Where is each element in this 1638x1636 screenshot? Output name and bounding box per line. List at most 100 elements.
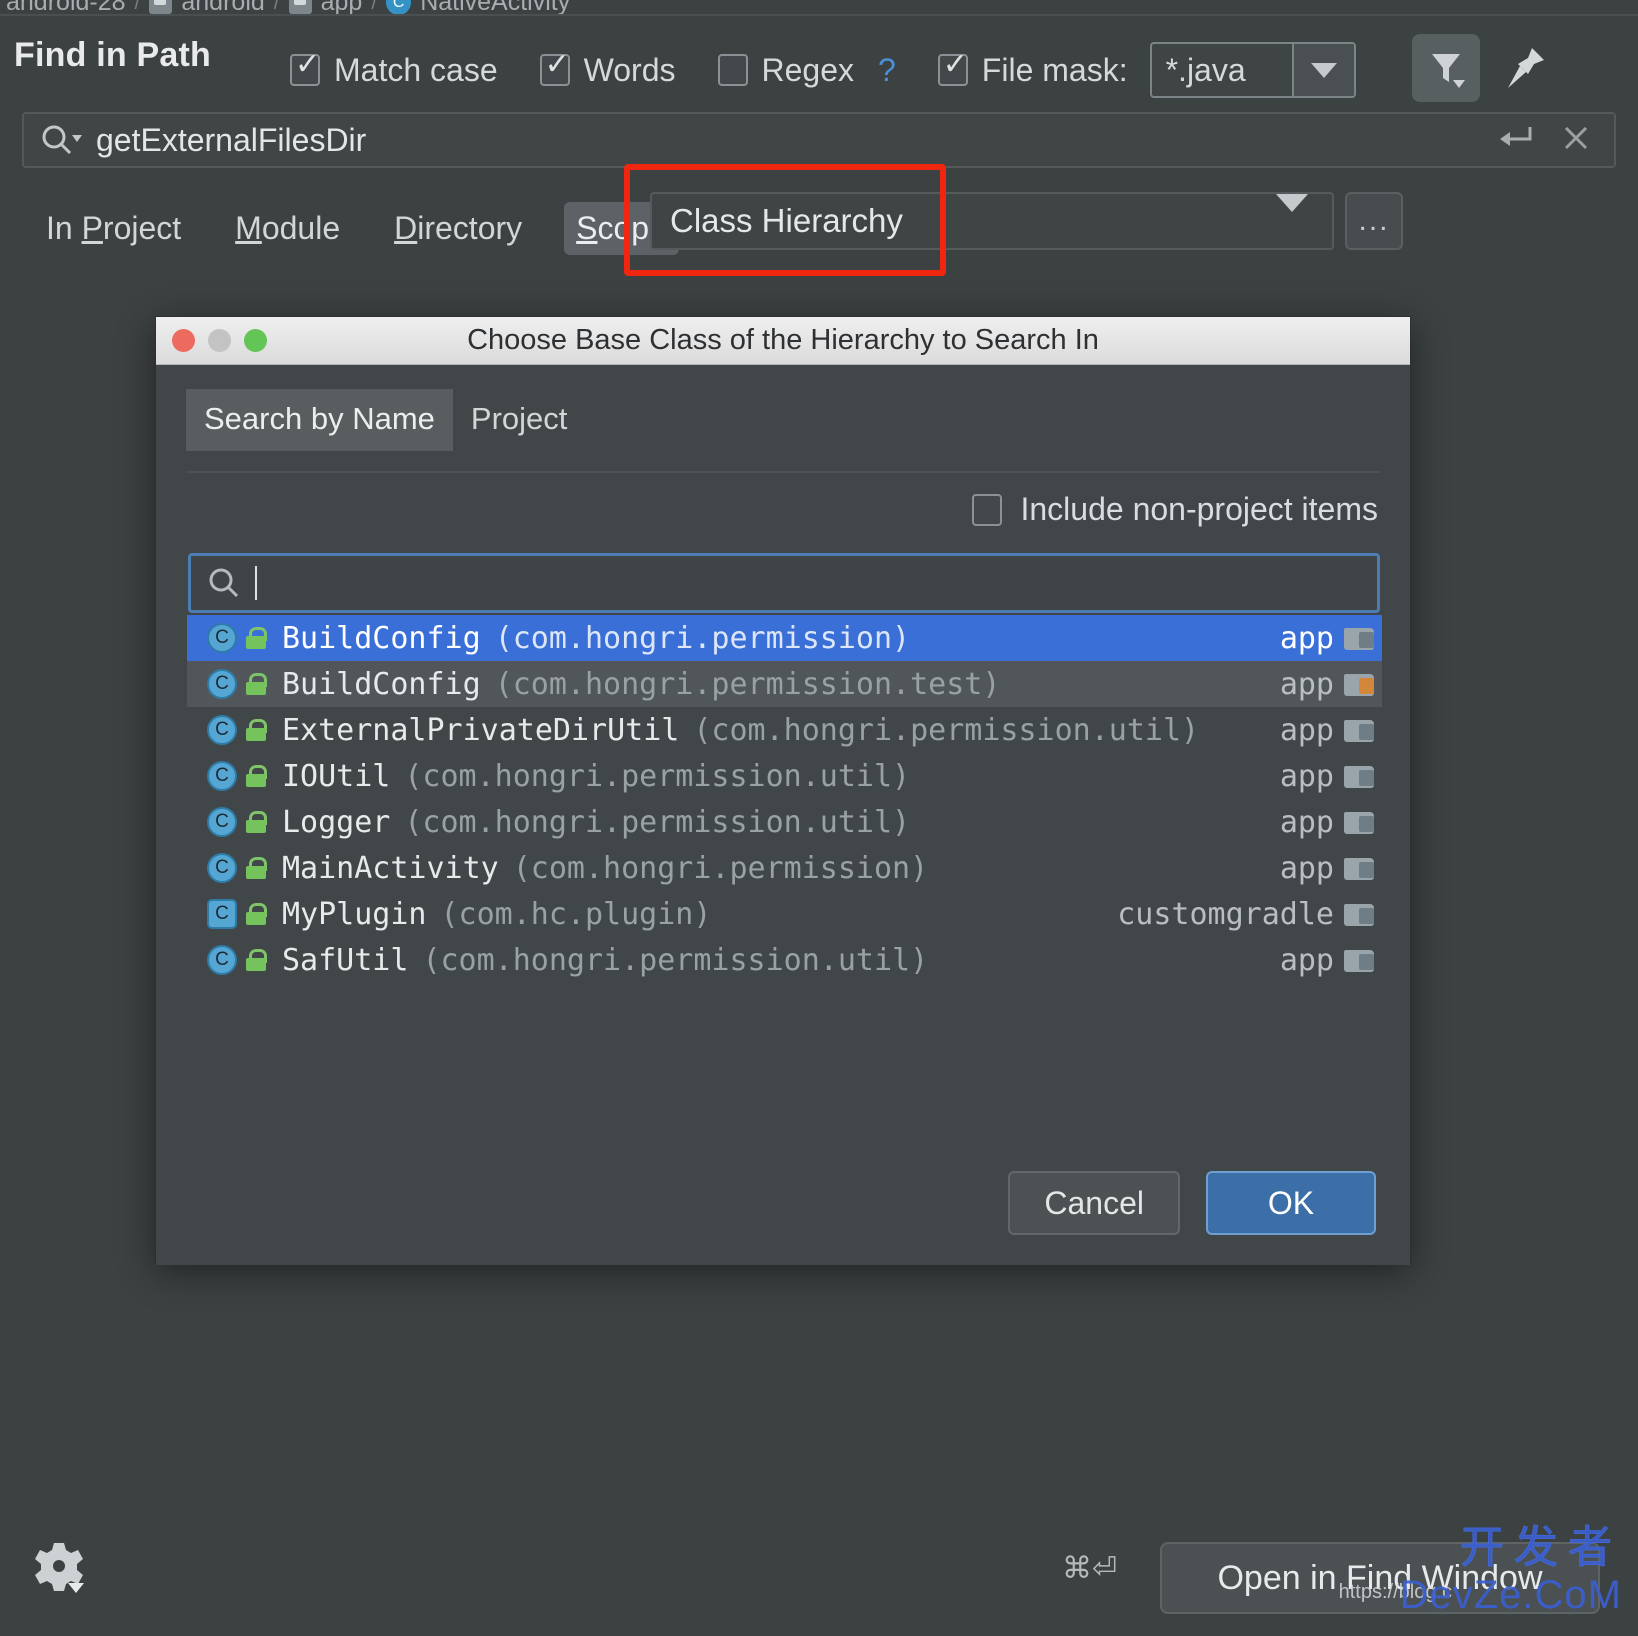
close-icon[interactable] xyxy=(1558,120,1594,161)
search-input[interactable]: getExternalFilesDir xyxy=(96,122,366,159)
lock-icon xyxy=(246,857,267,879)
class-icon: C xyxy=(207,945,237,975)
file-mask-combobox[interactable]: *.java xyxy=(1149,42,1356,98)
include-non-project-checkbox[interactable] xyxy=(972,493,1003,526)
words-checkbox[interactable] xyxy=(539,49,570,86)
option-words[interactable]: Words xyxy=(539,49,676,89)
table-row[interactable]: C ExternalPrivateDirUtil (com.hongri.per… xyxy=(187,707,1382,753)
lock-icon xyxy=(246,811,267,833)
result-name: Logger xyxy=(282,804,391,840)
breadcrumb-item-3[interactable]: NativeActivity xyxy=(420,0,570,14)
result-package: (com.hongri.permission.util) xyxy=(404,804,911,840)
shortcut-label: ⌘⏎ xyxy=(1062,1552,1118,1585)
dialog-titlebar: Choose Base Class of the Hierarchy to Se… xyxy=(156,317,1410,365)
result-package: (com.hongri.permission) xyxy=(512,850,929,886)
option-regex[interactable]: Regex ? xyxy=(717,51,896,89)
table-row[interactable]: C BuildConfig (com.hongri.permission) ap… xyxy=(187,615,1382,661)
pin-icon[interactable] xyxy=(1496,40,1552,101)
search-icon[interactable] xyxy=(38,121,82,159)
result-package: (com.hongri.permission) xyxy=(494,620,911,656)
table-row[interactable]: C MainActivity (com.hongri.permission) a… xyxy=(187,845,1382,891)
divider xyxy=(186,471,1380,473)
result-module: app xyxy=(1279,620,1334,656)
watermark-url: https://blog.c xyxy=(1338,1581,1452,1603)
file-mask-value: *.java xyxy=(1165,51,1246,88)
find-search-field[interactable]: getExternalFilesDir xyxy=(22,112,1616,168)
search-icon xyxy=(207,566,243,600)
result-module: customgradle xyxy=(1117,896,1334,932)
result-name: MainActivity xyxy=(282,850,499,886)
file-mask-checkbox[interactable] xyxy=(937,49,968,86)
scope-more-button[interactable]: ... xyxy=(1345,192,1403,250)
option-label: File mask: xyxy=(981,51,1128,88)
module-icon xyxy=(288,0,312,14)
folder-icon xyxy=(1344,808,1378,836)
table-row[interactable]: C SafUtil (com.hongri.permission.util) a… xyxy=(187,937,1382,983)
results-list[interactable]: C BuildConfig (com.hongri.permission) ap… xyxy=(187,615,1382,983)
result-name: BuildConfig xyxy=(282,666,481,702)
breadcrumb-separator: / xyxy=(371,0,378,14)
tab-project[interactable]: Project xyxy=(453,389,585,451)
divider xyxy=(0,14,1638,16)
table-row[interactable]: C IOUtil (com.hongri.permission.util) ap… xyxy=(187,753,1382,799)
result-module: app xyxy=(1279,850,1334,886)
chevron-down-icon[interactable] xyxy=(1291,44,1354,96)
breadcrumb-item-1[interactable]: android xyxy=(181,0,264,14)
page-title: Find in Path xyxy=(14,36,211,74)
gear-icon[interactable] xyxy=(32,1539,86,1600)
class-icon: C xyxy=(207,761,237,791)
tab-search-by-name[interactable]: Search by Name xyxy=(186,389,453,451)
choose-base-class-dialog: Choose Base Class of the Hierarchy to Se… xyxy=(155,316,1411,1265)
table-row[interactable]: C Logger (com.hongri.permission.util) ap… xyxy=(187,799,1382,845)
result-name: IOUtil xyxy=(282,758,391,794)
include-non-project-option[interactable]: Include non-project items xyxy=(972,491,1378,528)
dialog-search-input[interactable] xyxy=(188,553,1380,613)
dialog-footer: Cancel OK xyxy=(1008,1171,1376,1235)
folder-icon xyxy=(1344,762,1378,790)
lock-icon xyxy=(246,903,267,925)
return-icon[interactable] xyxy=(1496,121,1536,160)
breadcrumb-item-2[interactable]: app xyxy=(321,0,363,14)
table-row[interactable]: C MyPlugin (com.hc.plugin) customgradle xyxy=(187,891,1382,937)
folder-icon xyxy=(1344,946,1378,974)
help-icon[interactable]: ? xyxy=(878,52,896,89)
chevron-down-icon[interactable] xyxy=(1276,194,1308,230)
result-module: app xyxy=(1279,712,1334,748)
breadcrumb-separator: / xyxy=(273,0,280,14)
result-name: SafUtil xyxy=(282,942,409,978)
option-file-mask[interactable]: File mask: *.java xyxy=(937,42,1356,98)
folder-icon xyxy=(1344,716,1378,744)
scope-tab-directory[interactable]: Directory xyxy=(382,202,534,255)
cancel-button[interactable]: Cancel xyxy=(1008,1171,1180,1235)
ok-button[interactable]: OK xyxy=(1206,1171,1376,1235)
folder-icon xyxy=(1344,854,1378,882)
regex-checkbox[interactable] xyxy=(717,54,748,86)
result-package: (com.hongri.permission.util) xyxy=(404,758,911,794)
screen: android-28 / android / app / C NativeAct… xyxy=(0,0,1638,1636)
find-in-path-header: Find in Path Match case Words Regex ? Fi… xyxy=(0,20,1638,102)
scope-tab-in-project[interactable]: In Project xyxy=(34,202,193,255)
option-label: Words xyxy=(583,51,676,88)
result-package: (com.hongri.permission.util) xyxy=(422,942,929,978)
match-case-checkbox[interactable] xyxy=(290,49,320,86)
option-label: Regex xyxy=(761,51,855,88)
class-icon: C xyxy=(207,807,237,837)
class-icon: C xyxy=(386,0,412,14)
table-row[interactable]: C BuildConfig (com.hongri.permission.tes… xyxy=(187,661,1382,707)
result-module: app xyxy=(1279,804,1334,840)
result-package: (com.hc.plugin) xyxy=(440,896,712,932)
filter-icon[interactable] xyxy=(1412,34,1480,102)
lock-icon xyxy=(246,765,267,787)
dialog-tabs: Search by Name Project xyxy=(186,389,585,451)
breadcrumb-separator: / xyxy=(134,0,141,14)
class-icon: C xyxy=(207,715,237,745)
scope-tab-module[interactable]: Module xyxy=(223,202,352,255)
result-name: ExternalPrivateDirUtil xyxy=(282,712,680,748)
option-label: Match case xyxy=(334,51,498,88)
lock-icon xyxy=(246,949,267,971)
breadcrumb: android-28 / android / app / C NativeAct… xyxy=(0,0,1638,14)
class-icon: C xyxy=(207,669,237,699)
option-match-case[interactable]: Match case xyxy=(290,49,498,89)
breadcrumb-item-0[interactable]: android-28 xyxy=(6,0,126,14)
folder-icon xyxy=(1344,624,1378,652)
